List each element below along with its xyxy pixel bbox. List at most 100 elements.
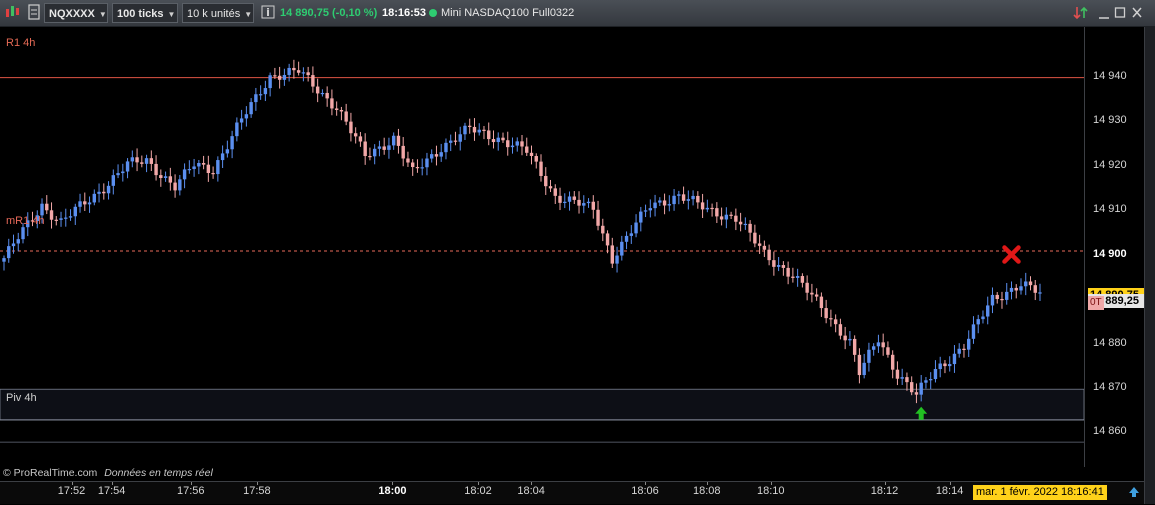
candlestick-chart — [0, 59, 1084, 443]
candle-body — [16, 239, 20, 244]
price-axis[interactable]: 14 940 14 930 14 920 14 910 14 900 14 880 14 8… — [1084, 27, 1144, 467]
y-tick-label: 14 940 — [1093, 69, 1127, 82]
minimize-icon[interactable] — [1098, 3, 1110, 23]
candle-body — [449, 140, 453, 143]
candle-body — [605, 233, 610, 246]
candle-body — [292, 67, 296, 71]
close-icon[interactable] — [1131, 3, 1143, 23]
candle-body — [87, 202, 92, 205]
candle-body — [534, 156, 538, 162]
candle-body — [529, 152, 534, 157]
candle-body — [116, 173, 120, 176]
candle-body — [520, 141, 524, 147]
candle-body — [700, 202, 705, 210]
candle-body — [738, 221, 743, 225]
candle-body — [7, 246, 11, 259]
interval-selector[interactable]: 100 ticks ▼ — [112, 3, 178, 23]
candle-body — [163, 176, 168, 179]
candle-body — [78, 201, 82, 207]
candle-body — [805, 282, 809, 293]
candle-body — [315, 86, 320, 94]
candle-body — [182, 169, 187, 180]
candle-body — [487, 130, 491, 140]
candle-body — [496, 137, 500, 143]
candle-body — [933, 369, 938, 380]
candle-body — [344, 111, 348, 122]
right-side-strip — [1144, 27, 1155, 504]
candle-body — [781, 265, 786, 268]
x-tick-mark — [256, 482, 258, 485]
mr1-level-label: mR1 4h — [6, 215, 45, 227]
interval-label: 100 ticks — [117, 8, 164, 20]
candle-body — [677, 194, 681, 196]
symbol-label: NQXXXX — [49, 8, 95, 20]
candle-body — [444, 142, 448, 153]
candle-body — [938, 363, 942, 370]
x-tick-mark — [949, 482, 951, 485]
candle-body — [772, 260, 776, 267]
candle-body — [909, 382, 914, 393]
candle-body — [301, 72, 306, 74]
candle-body — [130, 157, 135, 162]
units-selector[interactable]: 10 k unités ▼ — [182, 3, 254, 23]
candle-body — [349, 121, 353, 134]
info-icon[interactable] — [261, 3, 275, 23]
y-tick-label: 14 900 — [1093, 247, 1127, 260]
candle-body — [144, 158, 149, 164]
candle-body — [11, 243, 16, 247]
candle-body — [886, 347, 890, 355]
candle-body — [662, 200, 667, 206]
candle-body — [596, 209, 600, 226]
candle-body — [986, 305, 990, 317]
time-axis[interactable]: mar. 1 févr. 2022 18:16:41 17:52 17:54 17:… — [0, 481, 1144, 504]
expand-icon[interactable] — [1126, 484, 1142, 505]
y-tick-label: 14 920 — [1093, 158, 1127, 171]
candle-body — [468, 125, 472, 127]
x-tick-label: 17:54 — [97, 485, 126, 497]
candle-body — [624, 235, 629, 242]
candle-body — [948, 364, 952, 367]
candle-body — [173, 182, 177, 191]
candle-body — [729, 214, 733, 216]
chart-icon[interactable] — [4, 3, 22, 23]
symbol-selector[interactable]: NQXXXX ▼ — [44, 3, 108, 23]
candle-body — [339, 109, 344, 112]
chart-plot-area[interactable]: R1 4h mR1 4h Piv 4h — [0, 27, 1084, 467]
candle-body — [791, 276, 795, 278]
candle-body — [68, 216, 73, 218]
arrows-icon[interactable] — [1073, 3, 1089, 23]
maximize-icon[interactable] — [1114, 3, 1126, 23]
candle-body — [263, 88, 268, 95]
candle-body — [876, 342, 881, 347]
x-tick-mark — [531, 482, 533, 485]
candle-body — [415, 167, 420, 169]
brand-label: © ProRealTime.com — [3, 467, 98, 479]
candle-body — [396, 135, 401, 146]
candle-body — [829, 318, 833, 320]
x-tick-label: 17:56 — [177, 485, 205, 497]
x-tick-label: 18:00 — [378, 485, 407, 497]
candle-body — [49, 210, 54, 220]
candle-body — [410, 162, 415, 168]
candle-body — [952, 353, 957, 365]
x-tick-label: 18:04 — [517, 485, 545, 497]
candle-body — [748, 223, 752, 233]
candle-body — [140, 162, 144, 164]
x-tick-mark — [71, 482, 73, 485]
y-tick-label: 14 910 — [1093, 203, 1127, 216]
candle-body — [990, 294, 995, 306]
x-tick-label: 18:02 — [464, 485, 492, 497]
candle-body — [225, 149, 230, 154]
candle-body — [2, 258, 6, 262]
x-tick-label: 18:06 — [631, 485, 659, 497]
candle-body — [862, 362, 866, 376]
candle-body — [244, 114, 249, 119]
candle-body — [83, 201, 87, 205]
candle-body — [1000, 299, 1004, 301]
candle-body — [311, 75, 315, 87]
candle-body — [648, 208, 653, 211]
candle-body — [743, 223, 748, 226]
candle-body — [506, 140, 510, 148]
candle-body — [254, 94, 258, 103]
instrument-icon[interactable] — [27, 3, 41, 23]
